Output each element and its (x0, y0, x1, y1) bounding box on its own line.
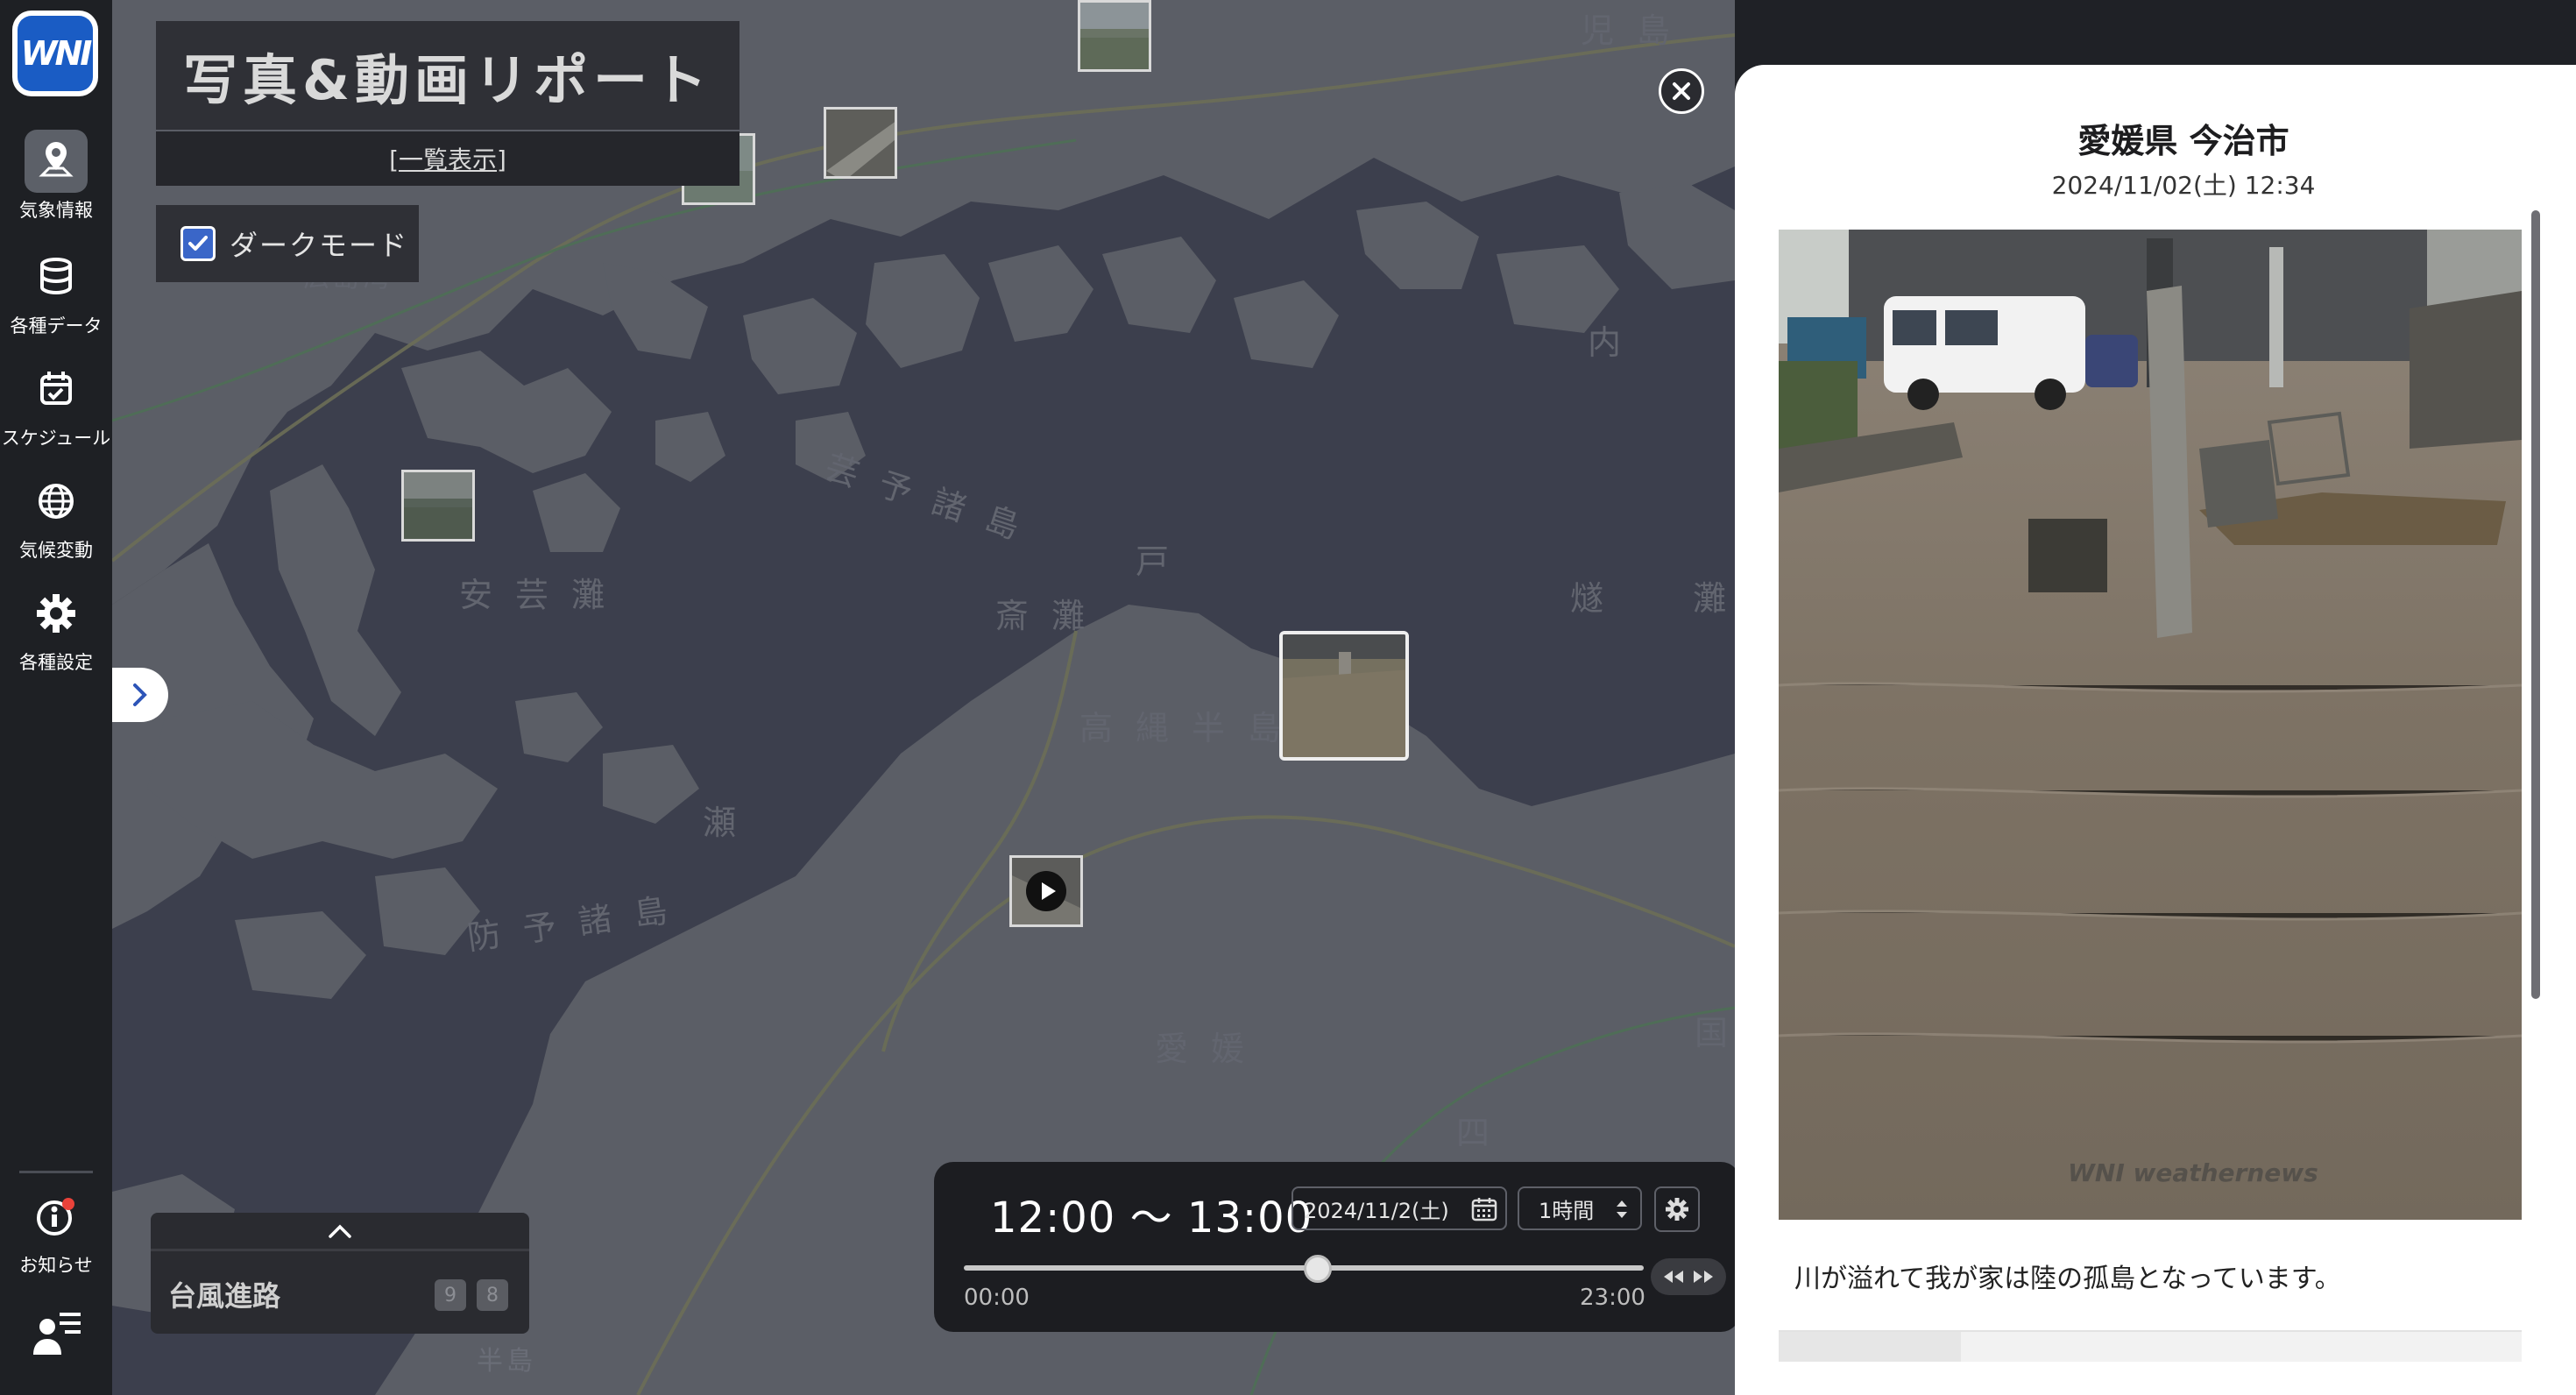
list-view-link-label: [一覧表示] (389, 145, 506, 174)
nav-label-climate: 気候変動 (19, 540, 93, 561)
database-icon (25, 245, 88, 308)
check-icon (188, 236, 208, 251)
time-slider-handle[interactable] (1303, 1255, 1332, 1283)
close-icon (1673, 82, 1690, 100)
time-range: 12:00 〜 13:00 (990, 1193, 1313, 1243)
map-photo-thumbnail[interactable] (824, 107, 897, 179)
nav-item-climate[interactable]: 気候変動 (0, 470, 112, 566)
typhoon-badge[interactable]: 8 (477, 1279, 508, 1311)
info-bell-icon (25, 1185, 88, 1248)
chevron-up-icon (329, 1224, 351, 1238)
nav-label-weather: 気象情報 (19, 200, 93, 221)
nav-item-schedule[interactable]: スケジュール (0, 358, 112, 454)
nav-item-data[interactable]: 各種データ (0, 245, 112, 342)
user-menu-icon (25, 1297, 88, 1360)
map-video-thumbnail[interactable] (1009, 855, 1083, 927)
dark-mode-checkbox[interactable] (180, 226, 216, 261)
map-label-ehime: 愛媛 (1155, 1030, 1268, 1068)
interval-select[interactable]: 1時間 (1518, 1186, 1642, 1230)
map-label-hanto: 半島 (477, 1346, 536, 1377)
map-photo-thumbnail[interactable] (1078, 0, 1151, 72)
step-buttons[interactable] (1651, 1258, 1726, 1295)
time-slider-start: 00:00 (964, 1285, 1030, 1311)
nav-label-data: 各種データ (10, 315, 103, 336)
calendar-icon (1471, 1198, 1497, 1222)
map-label-hiuchi: 燧 (1570, 579, 1627, 618)
time-slider-end: 23:00 (1580, 1285, 1645, 1311)
map-label-kuni: 国 (1695, 1014, 1735, 1052)
date-picker[interactable]: 2024/11/2(土) (1292, 1186, 1507, 1230)
detail-scrollbar[interactable] (2531, 210, 2540, 999)
fast-forward-icon[interactable] (1692, 1269, 1715, 1285)
map-label-uchi: 内 (1588, 323, 1645, 362)
dark-mode-label: ダークモード (230, 229, 409, 262)
chevron-right-icon (133, 683, 147, 706)
nav-item-notice[interactable]: お知らせ (0, 1185, 112, 1281)
time-settings-button[interactable] (1654, 1186, 1700, 1232)
typhoon-panel-toggle[interactable] (151, 1213, 529, 1251)
interval-select-value: 1時間 (1539, 1198, 1595, 1223)
report-caption: 川が溢れて我が家は陸の孤島となっています。 (1794, 1264, 2341, 1294)
detail-tabs[interactable] (1779, 1330, 2522, 1362)
calendar-check-icon (25, 358, 88, 421)
page-title-panel: 写真&動画リポート (156, 21, 740, 130)
photo-watermark: WNI weathernews (2068, 1158, 2318, 1187)
app-logo[interactable]: WNI (12, 11, 98, 96)
sidebar: WNI 気象情報 各種データ スケジュール 気候変動 各種設定 お知らせ (0, 0, 112, 1395)
updown-icon (1617, 1200, 1627, 1218)
map-label-itsuki-nada: 斎灘 (995, 597, 1108, 635)
report-datetime: 2024/11/02(土) 12:34 (2051, 171, 2316, 200)
user-menu-button[interactable] (0, 1297, 112, 1376)
typhoon-panel: 台風進路 9 8 (151, 1213, 529, 1334)
nav-label-settings: 各種設定 (19, 652, 93, 673)
map-label-to: 戸 (1136, 542, 1192, 581)
report-location: 愛媛県 今治市 (2077, 122, 2289, 160)
typhoon-badge[interactable]: 9 (435, 1279, 466, 1311)
sidebar-divider (19, 1171, 93, 1173)
date-picker-value: 2024/11/2(土) (1304, 1198, 1449, 1223)
gear-icon (1666, 1198, 1688, 1221)
map-label-aki-nada: 安芸灘 (459, 576, 628, 614)
expand-panel-button[interactable] (112, 668, 168, 722)
report-detail-panel: 愛媛県 今治市 2024/11/02(土) 12:34 WNI weathern… (1735, 65, 2576, 1395)
page-title: 写真&動画リポート (182, 48, 713, 112)
close-detail-button[interactable] (1659, 68, 1704, 114)
map-label-shi: 四 (1456, 1114, 1513, 1152)
map-label-takanawa-peninsula: 高縄半島 (1079, 709, 1305, 747)
logo-text: WNI (18, 16, 93, 91)
rewind-icon[interactable] (1662, 1269, 1685, 1285)
map-pin-icon (25, 130, 88, 193)
report-photo[interactable]: WNI weathernews (1779, 230, 2522, 1220)
time-control: 12:00 〜 13:00 2024/11/2(土) 1時間 00:00 23:… (934, 1162, 1740, 1332)
nav-item-weather[interactable]: 気象情報 (0, 130, 112, 226)
map-photo-thumbnail[interactable] (401, 470, 475, 542)
nav-label-notice: お知らせ (19, 1255, 93, 1276)
map-label-se: 瀬 (703, 804, 760, 842)
play-icon (1026, 871, 1066, 911)
nav-label-schedule: スケジュール (1, 428, 111, 449)
nav-item-settings[interactable]: 各種設定 (0, 582, 112, 678)
map-label-nada: 灘 (1693, 579, 1735, 618)
globe-icon (25, 470, 88, 533)
map-label-kojima: 児島 (1581, 11, 1694, 50)
map-photo-thumbnail-selected[interactable] (1279, 631, 1409, 761)
gear-icon (25, 582, 88, 645)
dark-mode-toggle[interactable]: ダークモード (156, 205, 419, 282)
detail-tab-active[interactable] (1779, 1332, 1961, 1362)
list-view-link[interactable]: [一覧表示] (156, 131, 740, 186)
typhoon-panel-title: 台風進路 (168, 1279, 281, 1313)
